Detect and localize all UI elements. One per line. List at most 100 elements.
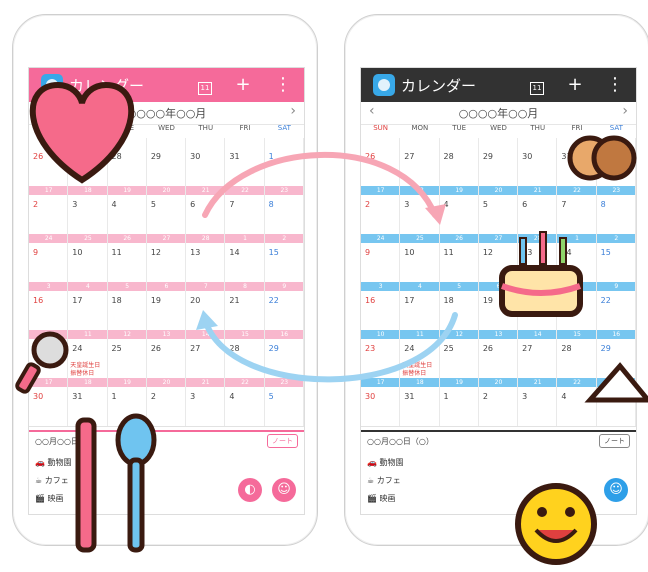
day-cell[interactable]: 1 — [108, 378, 147, 426]
list-item[interactable]: 🚗 動物園 — [367, 454, 404, 472]
day-cell[interactable]: 10 — [68, 234, 108, 282]
day-cell[interactable]: 26 — [147, 330, 187, 378]
day-cell[interactable]: 24 天皇誕生日 振替休日 — [400, 330, 440, 378]
day-cell[interactable]: 27 — [186, 330, 226, 378]
day-cell[interactable]: 1 — [597, 138, 636, 186]
day-cell[interactable]: 27 — [518, 330, 558, 378]
day-cell[interactable]: 2 — [361, 186, 401, 234]
day-cell[interactable]: 15 — [597, 234, 636, 282]
day-cell[interactable]: 12 — [479, 234, 519, 282]
day-cell[interactable]: 23 — [29, 330, 69, 378]
day-cell[interactable]: 28 — [440, 138, 479, 186]
day-cell[interactable]: 2 — [479, 378, 519, 426]
day-cell[interactable]: 16 — [29, 282, 69, 330]
day-cell[interactable]: 24 天皇誕生日 振替休日 — [68, 330, 108, 378]
smile-sticker-button[interactable]: ☺ — [604, 478, 628, 502]
day-cell[interactable]: 30 — [29, 378, 69, 426]
note-button[interactable]: ノート — [267, 434, 298, 448]
today-calendar-icon[interactable]: 11 — [526, 74, 548, 96]
day-cell[interactable]: 28 — [225, 330, 265, 378]
day-cell[interactable]: 13 — [518, 234, 558, 282]
day-cell[interactable]: 17 — [400, 282, 440, 330]
day-cell[interactable]: 18 — [108, 282, 147, 330]
day-cell[interactable]: 23 — [361, 330, 401, 378]
day-cell[interactable]: 5 — [597, 378, 636, 426]
day-cell[interactable]: 14 — [557, 234, 597, 282]
today-calendar-icon[interactable]: 11 — [194, 74, 216, 96]
add-event-button[interactable]: + — [232, 74, 254, 96]
list-item[interactable]: 🚗 動物園 — [35, 454, 72, 472]
day-cell[interactable]: 5 — [479, 186, 519, 234]
day-cell[interactable]: 28 — [108, 138, 147, 186]
note-button[interactable]: ノート — [599, 434, 630, 448]
day-cell[interactable]: 15 — [265, 234, 304, 282]
day-cell[interactable]: 30 — [518, 138, 558, 186]
day-cell[interactable]: 19 — [147, 282, 187, 330]
list-item[interactable]: 🎬 映画 — [367, 490, 404, 508]
day-cell[interactable]: 26 — [29, 138, 69, 186]
day-cell[interactable]: 25 — [108, 330, 147, 378]
day-cell[interactable]: 3 — [68, 186, 108, 234]
day-cell[interactable]: 7 — [225, 186, 265, 234]
day-cell[interactable]: 27 — [68, 138, 108, 186]
day-cell[interactable]: 16 — [361, 282, 401, 330]
day-cell[interactable]: 31 — [400, 378, 440, 426]
day-cell[interactable]: 5 — [147, 186, 187, 234]
day-cell[interactable]: 31 — [68, 378, 108, 426]
day-cell[interactable]: 9 — [29, 234, 69, 282]
day-cell[interactable]: 3 — [186, 378, 226, 426]
day-cell[interactable]: 30 — [361, 378, 401, 426]
day-cell[interactable]: 29 — [147, 138, 187, 186]
day-cell[interactable]: 29 — [597, 330, 636, 378]
more-menu-icon[interactable]: ⋮ — [604, 74, 626, 96]
day-cell[interactable]: 4 — [108, 186, 147, 234]
next-month-button[interactable]: › — [622, 103, 628, 119]
day-cell[interactable]: 22 — [265, 282, 304, 330]
day-cell[interactable]: 17 — [68, 282, 108, 330]
day-cell[interactable]: 13 — [186, 234, 226, 282]
day-cell[interactable]: 2 — [147, 378, 187, 426]
day-cell[interactable]: 11 — [440, 234, 479, 282]
day-cell[interactable]: 8 — [265, 186, 304, 234]
pill-sticker-button[interactable]: ◐ — [238, 478, 262, 502]
day-cell[interactable]: 14 — [225, 234, 265, 282]
day-cell[interactable]: 3 — [518, 378, 558, 426]
list-item[interactable]: ☕ カフェ — [35, 472, 72, 490]
day-cell[interactable]: 18 — [440, 282, 479, 330]
day-cell[interactable]: 8 — [597, 186, 636, 234]
day-cell[interactable]: 29 — [265, 330, 304, 378]
day-cell[interactable]: 6 — [518, 186, 558, 234]
day-cell[interactable]: 2 — [29, 186, 69, 234]
day-cell[interactable]: 4 — [440, 186, 479, 234]
day-cell[interactable]: 26 — [479, 330, 519, 378]
day-cell[interactable]: 5 — [265, 378, 304, 426]
day-cell[interactable]: 4 — [557, 378, 597, 426]
day-cell[interactable]: 25 — [440, 330, 479, 378]
day-cell[interactable]: 29 — [479, 138, 519, 186]
day-cell[interactable]: 22 — [597, 282, 636, 330]
day-cell[interactable]: 27 — [400, 138, 440, 186]
more-menu-icon[interactable]: ⋮ — [272, 74, 294, 96]
day-cell[interactable]: 30 — [186, 138, 226, 186]
list-item[interactable]: ☕ カフェ — [367, 472, 404, 490]
day-cell[interactable]: 7 — [557, 186, 597, 234]
day-cell[interactable]: 21 — [225, 282, 265, 330]
next-month-button[interactable]: › — [290, 103, 296, 119]
day-cell[interactable]: 20 — [186, 282, 226, 330]
day-cell[interactable]: 6 — [186, 186, 226, 234]
day-cell[interactable]: 9 — [361, 234, 401, 282]
day-cell[interactable]: 1 — [265, 138, 304, 186]
day-cell[interactable]: 26 — [361, 138, 401, 186]
day-cell[interactable]: 20 — [518, 282, 558, 330]
day-cell[interactable]: 31 — [225, 138, 265, 186]
day-cell[interactable]: 1 — [440, 378, 479, 426]
smile-sticker-button[interactable]: ☺ — [272, 478, 296, 502]
day-cell[interactable]: 19 — [479, 282, 519, 330]
add-event-button[interactable]: + — [564, 74, 586, 96]
list-item[interactable]: 🎬 映画 — [35, 490, 72, 508]
day-cell[interactable]: 4 — [225, 378, 265, 426]
day-cell[interactable]: 11 — [108, 234, 147, 282]
day-cell[interactable]: 31 — [557, 138, 597, 186]
day-cell[interactable]: 28 — [557, 330, 597, 378]
day-cell[interactable]: 3 — [400, 186, 440, 234]
